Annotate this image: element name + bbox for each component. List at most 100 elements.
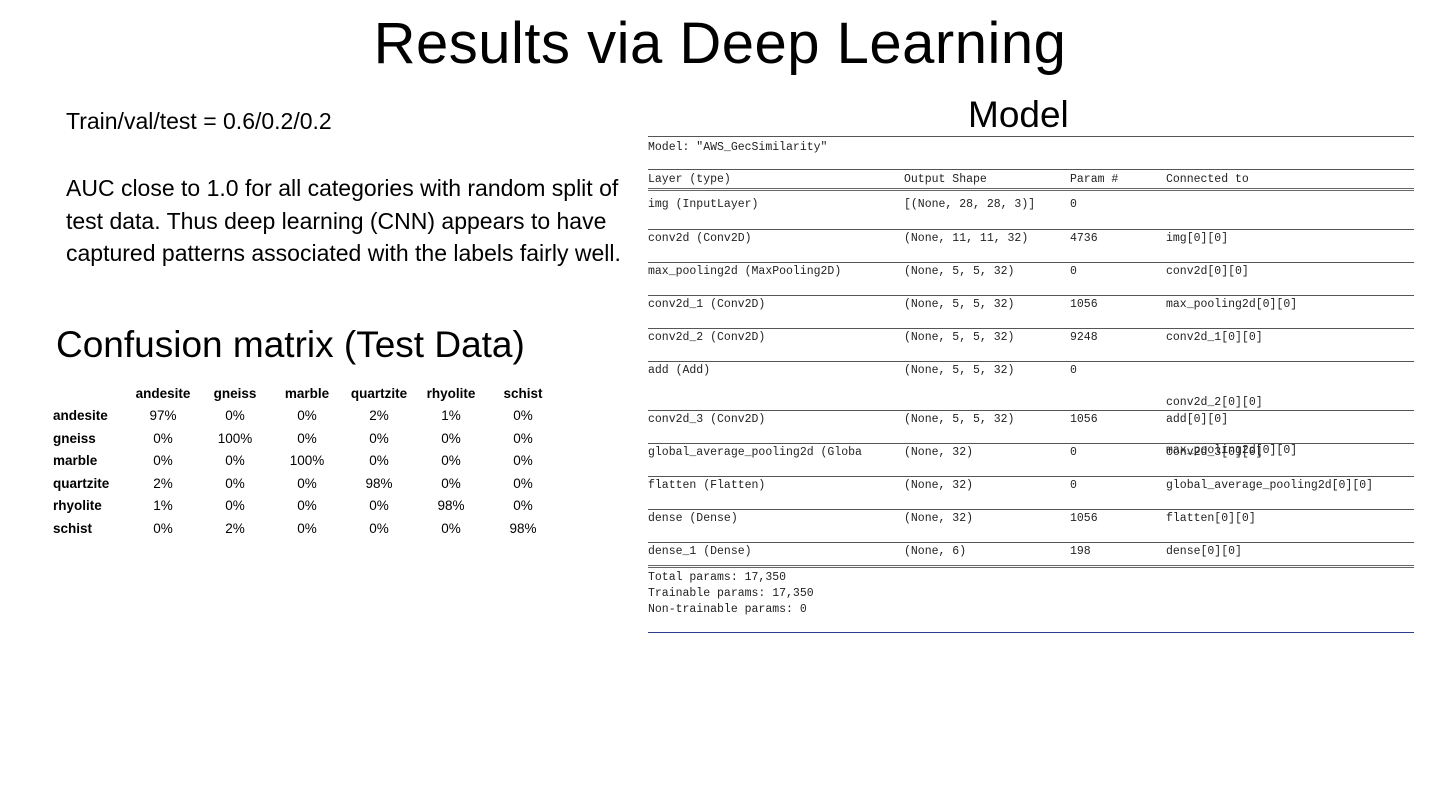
table-row: rhyolite 1% 0% 0% 0% 98% 0% [48,495,559,518]
layer-row: flatten (Flatten) (None, 32) 0 global_av… [648,477,1414,509]
layer-shape: (None, 5, 5, 32) [904,331,1015,344]
row-header: marble [53,453,98,469]
layer-row: conv2d_2 (Conv2D) (None, 5, 5, 32) 9248 … [648,329,1414,361]
matrix-cell: 0% [513,408,533,424]
row-header: quartzite [53,475,110,491]
layer-params: 1056 [1070,298,1098,311]
matrix-cell: 0% [225,453,245,469]
layer-params: 0 [1070,198,1077,211]
header-layer: Layer (type) [648,173,731,186]
layer-shape: (None, 32) [904,479,974,492]
layer-connected: conv2d_3[0][0] [1166,446,1263,459]
layer-connected: conv2d_2[0][0] [1166,396,1263,409]
layer-name: conv2d_2 (Conv2D) [648,331,766,344]
layer-row: conv2d (Conv2D) (None, 11, 11, 32) 4736 … [648,230,1414,262]
matrix-cell: 0% [297,475,317,491]
matrix-cell: 0% [225,475,245,491]
layer-params: 0 [1070,479,1077,492]
layer-connected: conv2d[0][0] [1166,265,1249,278]
column-header: rhyolite [426,385,476,401]
matrix-cell: 0% [153,453,173,469]
table-row: schist 0% 2% 0% 0% 0% 98% [48,517,559,540]
layer-name: img (InputLayer) [648,198,759,211]
header-output-shape: Output Shape [904,173,987,186]
model-name-line: Model: "AWS_GecSimilarity" [648,141,828,154]
matrix-cell: 0% [369,430,389,446]
matrix-cell: 0% [513,430,533,446]
layer-shape: (None, 5, 5, 32) [904,265,1015,278]
layer-name: global_average_pooling2d (Globa [648,446,862,459]
matrix-cell: 0% [153,430,173,446]
layer-connected: max_pooling2d[0][0] [1166,298,1298,311]
column-header: andesite [135,385,191,401]
total-params: Total params: 17,350 [648,571,787,584]
layer-connected: global_average_pooling2d[0][0] [1166,479,1374,492]
divider [648,632,1414,633]
matrix-cell: 0% [297,520,317,536]
table-row: marble 0% 0% 100% 0% 0% 0% [48,450,559,473]
layer-params: 0 [1070,364,1077,377]
matrix-cell: 100% [289,453,325,469]
layer-row: add (Add) (None, 5, 5, 32) 0 conv2d_2[0]… [648,362,1414,457]
model-summary: Model: "AWS_GecSimilarity" Layer (type) … [648,136,1414,633]
auc-description: AUC close to 1.0 for all categories with… [66,175,621,266]
matrix-cell: 0% [369,498,389,514]
layer-connected: conv2d_1[0][0] [1166,331,1263,344]
table-row: andesite 97% 0% 0% 2% 1% 0% [48,405,559,428]
header-params: Param # [1070,173,1119,186]
matrix-cell: 0% [441,430,461,446]
layer-row: dense (Dense) (None, 32) 1056 flatten[0]… [648,510,1414,542]
matrix-cell: 0% [369,520,389,536]
non-trainable-params: Non-trainable params: 0 [648,603,807,616]
layer-params: 1056 [1070,512,1098,525]
matrix-cell: 0% [441,520,461,536]
layer-connected: add[0][0] [1166,413,1229,426]
matrix-cell: 0% [153,520,173,536]
row-header: andesite [53,408,108,424]
layer-params: 9248 [1070,331,1098,344]
layer-row: conv2d_1 (Conv2D) (None, 5, 5, 32) 1056 … [648,296,1414,328]
table-row: gneiss 0% 100% 0% 0% 0% 0% [48,427,559,450]
matrix-cell: 1% [441,408,461,424]
layer-name: flatten (Flatten) [648,479,766,492]
column-header: gneiss [213,385,257,401]
matrix-cell: 0% [225,498,245,514]
layer-shape: (None, 32) [904,446,974,459]
matrix-cell: 98% [365,475,393,491]
matrix-cell: 2% [225,520,245,536]
column-header: quartzite [350,385,408,401]
matrix-cell: 100% [217,430,253,446]
matrix-cell: 0% [297,408,317,424]
row-header: schist [53,520,93,536]
trainable-params: Trainable params: 17,350 [648,587,814,600]
matrix-cell: 0% [297,498,317,514]
layer-params: 4736 [1070,232,1098,245]
matrix-cell: 0% [441,475,461,491]
layer-name: dense (Dense) [648,512,738,525]
confusion-matrix-table: andesite gneiss marble quartzite rhyolit… [48,382,559,540]
confusion-matrix-header-row: andesite gneiss marble quartzite rhyolit… [48,382,559,405]
matrix-cell: 0% [225,408,245,424]
corner-cell [48,382,127,405]
layer-params: 198 [1070,545,1091,558]
layer-connected: img[0][0] [1166,232,1229,245]
matrix-cell: 2% [153,475,173,491]
layer-row: max_pooling2d (MaxPooling2D) (None, 5, 5… [648,263,1414,295]
layer-params: 0 [1070,265,1077,278]
header-connected: Connected to [1166,173,1249,186]
layer-shape: (None, 11, 11, 32) [904,232,1029,245]
matrix-cell: 0% [513,498,533,514]
row-header: gneiss [53,430,96,446]
matrix-cell: 97% [149,408,177,424]
layer-name: conv2d_1 (Conv2D) [648,298,766,311]
layer-name: max_pooling2d (MaxPooling2D) [648,265,842,278]
model-heading: Model [968,94,1069,135]
layer-name: add (Add) [648,364,711,377]
layer-connected: dense[0][0] [1166,545,1242,558]
confusion-matrix-heading: Confusion matrix (Test Data) [56,324,525,365]
divider [648,136,1414,137]
layer-name: conv2d_3 (Conv2D) [648,413,766,426]
layer-shape: (None, 5, 5, 32) [904,413,1015,426]
layer-name: conv2d (Conv2D) [648,232,752,245]
data-split-text: Train/val/test = 0.6/0.2/0.2 [66,108,332,134]
